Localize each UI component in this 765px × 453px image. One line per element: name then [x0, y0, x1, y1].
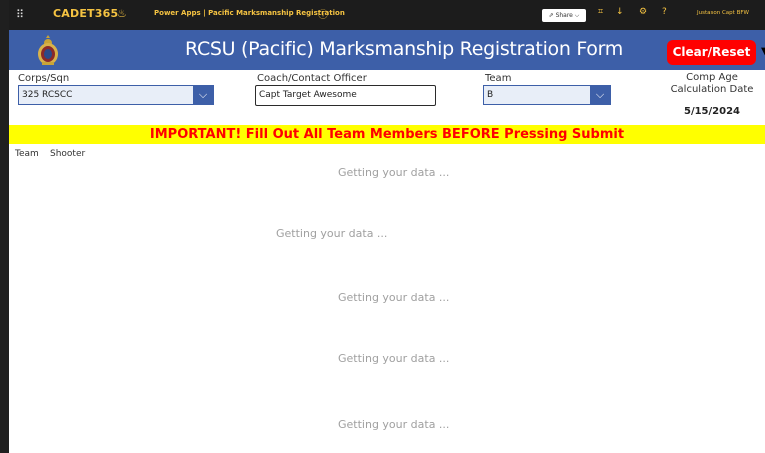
loading-message: Getting your data ...	[338, 166, 450, 179]
age-calc-date: 5/15/2024	[683, 106, 740, 117]
chevron-down-icon: ⌵	[572, 12, 580, 19]
team-label: Team	[485, 73, 512, 84]
app-name[interactable]: CADET365	[53, 7, 118, 20]
rcsu-crest-logo	[38, 35, 58, 65]
clear-reset-button[interactable]: Clear/Reset	[667, 40, 756, 65]
share-label: Share	[555, 12, 573, 19]
chevron-down-icon[interactable]: ⌵	[590, 86, 610, 104]
coach-input[interactable]: Capt Target Awesome	[255, 85, 436, 106]
form-fields: Corps/Sqn 325 RCSCC ⌵ Coach/Contact Offi…	[9, 70, 765, 124]
help-icon[interactable]: ?	[662, 7, 667, 17]
share-button[interactable]: ⇗ Share ⌵	[542, 9, 586, 22]
form-header: RCSU (Pacific) Marksmanship Registration…	[9, 30, 765, 70]
settings-icon[interactable]: ⚙	[639, 7, 647, 17]
info-icon[interactable]: ⓘ	[318, 6, 328, 21]
chevron-down-icon[interactable]: ⌵	[193, 86, 213, 104]
download-icon[interactable]: ↓	[616, 7, 624, 17]
coach-label: Coach/Contact Officer	[257, 73, 367, 84]
corps-value: 325 RCSCC	[22, 90, 73, 100]
loading-message: Getting your data ...	[338, 418, 450, 431]
top-bar: ⠿ CADET365 ♨ Power Apps | Pacific Marksm…	[9, 0, 765, 30]
loading-message: Getting your data ...	[338, 352, 450, 365]
corps-dropdown[interactable]: 325 RCSCC ⌵	[18, 85, 214, 105]
important-banner: IMPORTANT! Fill Out All Team Members BEF…	[9, 125, 765, 144]
coach-value: Capt Target Awesome	[259, 90, 357, 100]
team-dropdown[interactable]: B ⌵	[483, 85, 611, 105]
breadcrumb: Power Apps | Pacific Marksmanship Regist…	[154, 9, 345, 17]
age-calc-label: Comp Age Calculation Date	[670, 72, 754, 95]
user-name[interactable]: Justason Capt BFW	[697, 10, 749, 16]
page-title: RCSU (Pacific) Marksmanship Registration…	[185, 38, 624, 60]
corps-label: Corps/Sqn	[18, 73, 70, 84]
loading-message: Getting your data ...	[276, 227, 388, 240]
loading-message: Getting your data ...	[338, 291, 450, 304]
share-icon: ⇗	[548, 12, 556, 19]
team-value: B	[487, 90, 494, 100]
column-header-shooter: Shooter	[50, 149, 86, 159]
fit-icon[interactable]: ⌗	[598, 7, 603, 17]
waffle-icon[interactable]: ⠿	[13, 8, 27, 22]
window-frame	[0, 0, 9, 453]
column-header-team: Team	[15, 149, 39, 159]
cadet-emblem-icon: ♨	[117, 7, 127, 20]
caret-down-icon[interactable]: ▼	[761, 46, 765, 57]
